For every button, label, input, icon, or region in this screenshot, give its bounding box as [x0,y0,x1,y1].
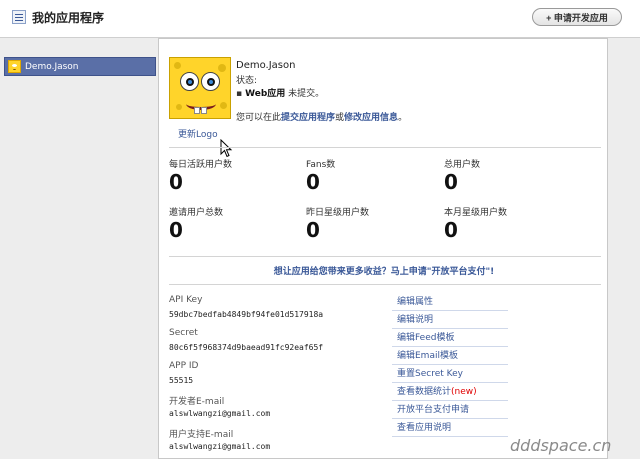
stat-month-star-value: 0 [444,218,458,242]
app-logo [169,57,231,119]
developer-email-value: alswlwangzi@gmail.com [169,409,271,418]
new-app-button[interactable]: + 申请开发应用 [532,8,622,26]
view-app-guide-link[interactable]: 查看应用说明 [392,420,508,437]
payment-apply-link[interactable]: 开放平台支付申请 [392,402,508,419]
support-email-label: 用户支持E-mail [169,430,234,440]
edit-properties-link[interactable]: 编辑属性 [392,294,508,311]
status-label: 状态: [236,76,258,86]
app-id-value: 55515 [169,376,194,385]
stat-fans-label: Fans数 [306,160,336,170]
submit-hint: 您可以在此提交应用程序或修改应用信息。 [236,110,407,123]
edit-description-link[interactable]: 编辑说明 [392,312,508,329]
page-header: 我的应用程序 + 申请开发应用 [0,0,640,36]
status-item: ▪ Web应用 未提交。 [236,86,324,99]
mouse-cursor-icon [220,139,233,158]
new-badge: (new) [451,387,477,397]
support-email-value: alswlwangzi@gmail.com [169,442,271,451]
stat-yesterday-star-label: 昨日星级用户数 [306,208,370,218]
submit-app-link[interactable]: 提交应用程序 [281,113,335,123]
sidebar-item-demo-jason[interactable]: Demo.Jason [4,57,156,76]
view-statistics-link[interactable]: 查看数据统计(new) [392,384,508,401]
edit-app-info-link[interactable]: 修改应用信息 [344,113,398,123]
stat-fans-value: 0 [306,170,320,194]
update-logo-link[interactable]: 更新Logo [178,127,218,140]
stat-month-star-label: 本月星级用户数 [444,208,508,218]
watermark: dddspace.cn [510,436,612,455]
hint-text: 。 [398,113,408,123]
app-id-label: APP ID [169,361,199,371]
app-type: Web应用 [245,89,286,99]
app-name: Demo.Jason [236,60,296,71]
reset-secret-key-link[interactable]: 重置Secret Key [392,366,508,383]
stat-daily-active-label: 每日活跃用户数 [169,160,233,170]
stat-total-users-label: 总用户数 [444,160,481,170]
secret-label: Secret [169,328,198,338]
sidebar [0,38,160,459]
divider [169,256,601,257]
page-title: 我的应用程序 [32,11,105,25]
api-key-value: 59dbc7bedfab4849bf94fe01d517918a [169,310,324,319]
app-state: 未提交。 [288,89,325,99]
divider [169,284,601,285]
sidebar-item-label: Demo.Jason [25,61,79,72]
stat-invited-value: 0 [169,218,183,242]
stat-total-users-value: 0 [444,170,458,194]
bullet-icon: ▪ [236,89,243,99]
app-list-icon [12,10,26,24]
app-thumbnail-icon [8,60,21,73]
divider [169,147,601,148]
edit-email-template-link[interactable]: 编辑Email模板 [392,348,508,365]
stat-daily-active-value: 0 [169,170,183,194]
view-statistics-label: 查看数据统计 [397,387,452,397]
hint-text: 您可以在此 [236,113,282,123]
hint-text: 或 [335,113,345,123]
payment-promo-link[interactable]: 想让应用给您带来更多收益？马上申请"开放平台支付"! [170,264,598,277]
right-gutter [608,38,640,459]
stat-invited-label: 邀请用户总数 [169,208,224,218]
stat-yesterday-star-value: 0 [306,218,320,242]
secret-value: 80c6f5f968374d9baead91fc92eaf65f [169,343,324,352]
edit-feed-template-link[interactable]: 编辑Feed模板 [392,330,508,347]
api-key-label: API Key [169,295,203,305]
developer-email-label: 开发者E-mail [169,397,225,407]
